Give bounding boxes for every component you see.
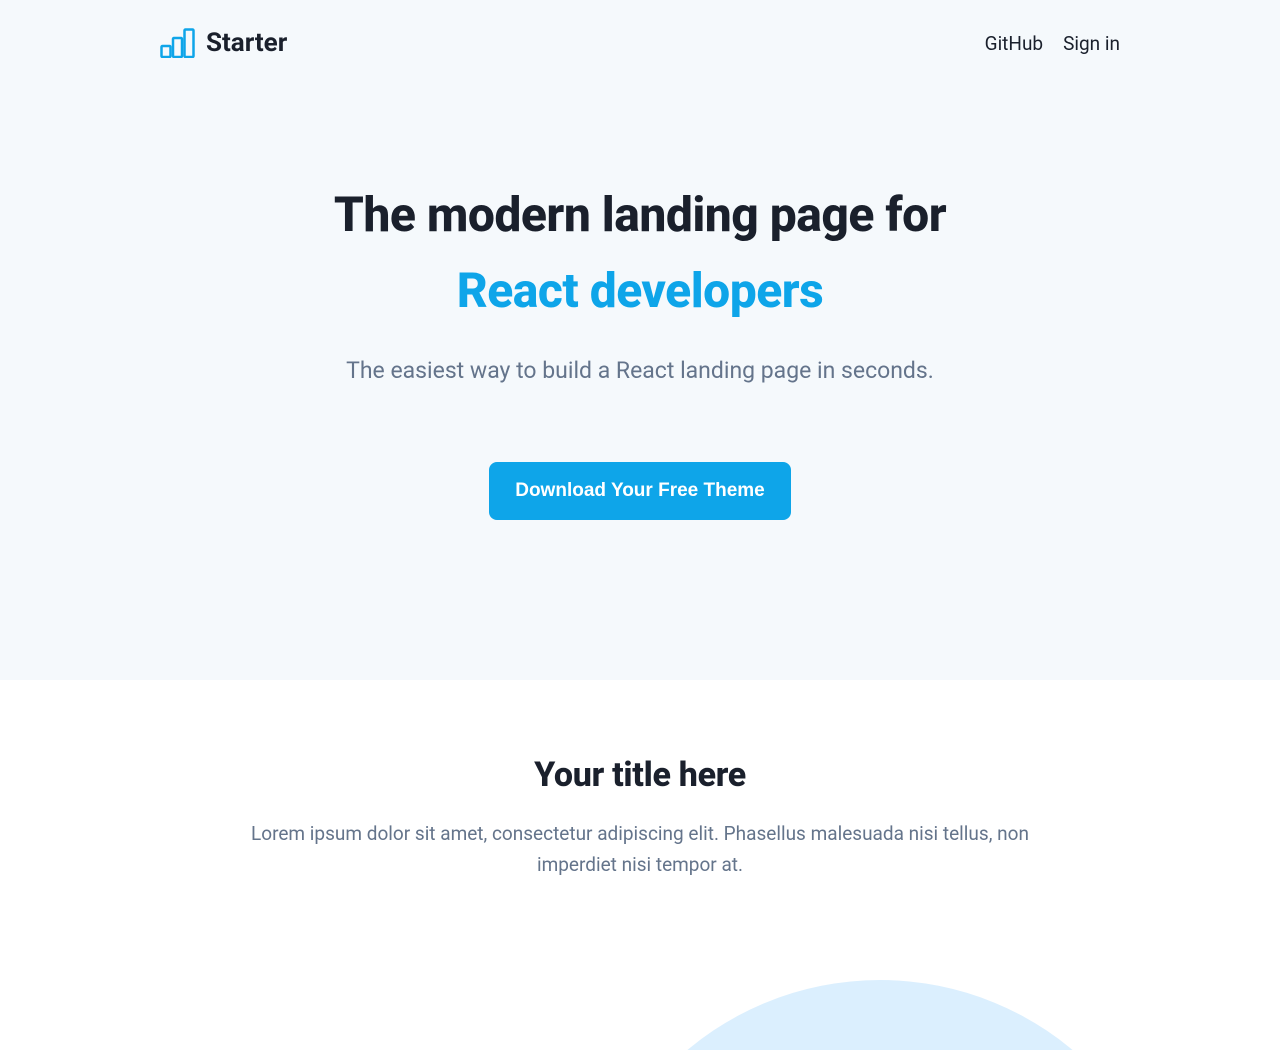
content-section: Your title here Lorem ipsum dolor sit am… <box>0 680 1280 1050</box>
hero-title-accent: React developers <box>160 262 1120 320</box>
decoration-circle <box>580 980 1180 1050</box>
section-title: Your title here <box>160 755 1120 795</box>
logo-text: Starter <box>206 28 287 58</box>
nav-link-signin[interactable]: Sign in <box>1063 32 1120 55</box>
bars-chart-icon <box>160 28 196 58</box>
decoration-container <box>0 980 1280 1050</box>
hero-title: The modern landing page for React develo… <box>160 186 1120 319</box>
download-theme-button[interactable]: Download Your Free Theme <box>489 462 791 520</box>
hero-subtitle: The easiest way to build a React landing… <box>160 357 1120 384</box>
hero-title-line1: The modern landing page for <box>334 186 946 243</box>
nav-link-github[interactable]: GitHub <box>985 32 1043 55</box>
hero-content: The modern landing page for React develo… <box>160 86 1120 680</box>
logo[interactable]: Starter <box>160 28 287 58</box>
navbar: Starter GitHub Sign in <box>160 0 1120 86</box>
nav-links: GitHub Sign in <box>985 32 1120 55</box>
hero-section: Starter GitHub Sign in The modern landin… <box>0 0 1280 680</box>
section-description: Lorem ipsum dolor sit amet, consectetur … <box>230 819 1050 880</box>
